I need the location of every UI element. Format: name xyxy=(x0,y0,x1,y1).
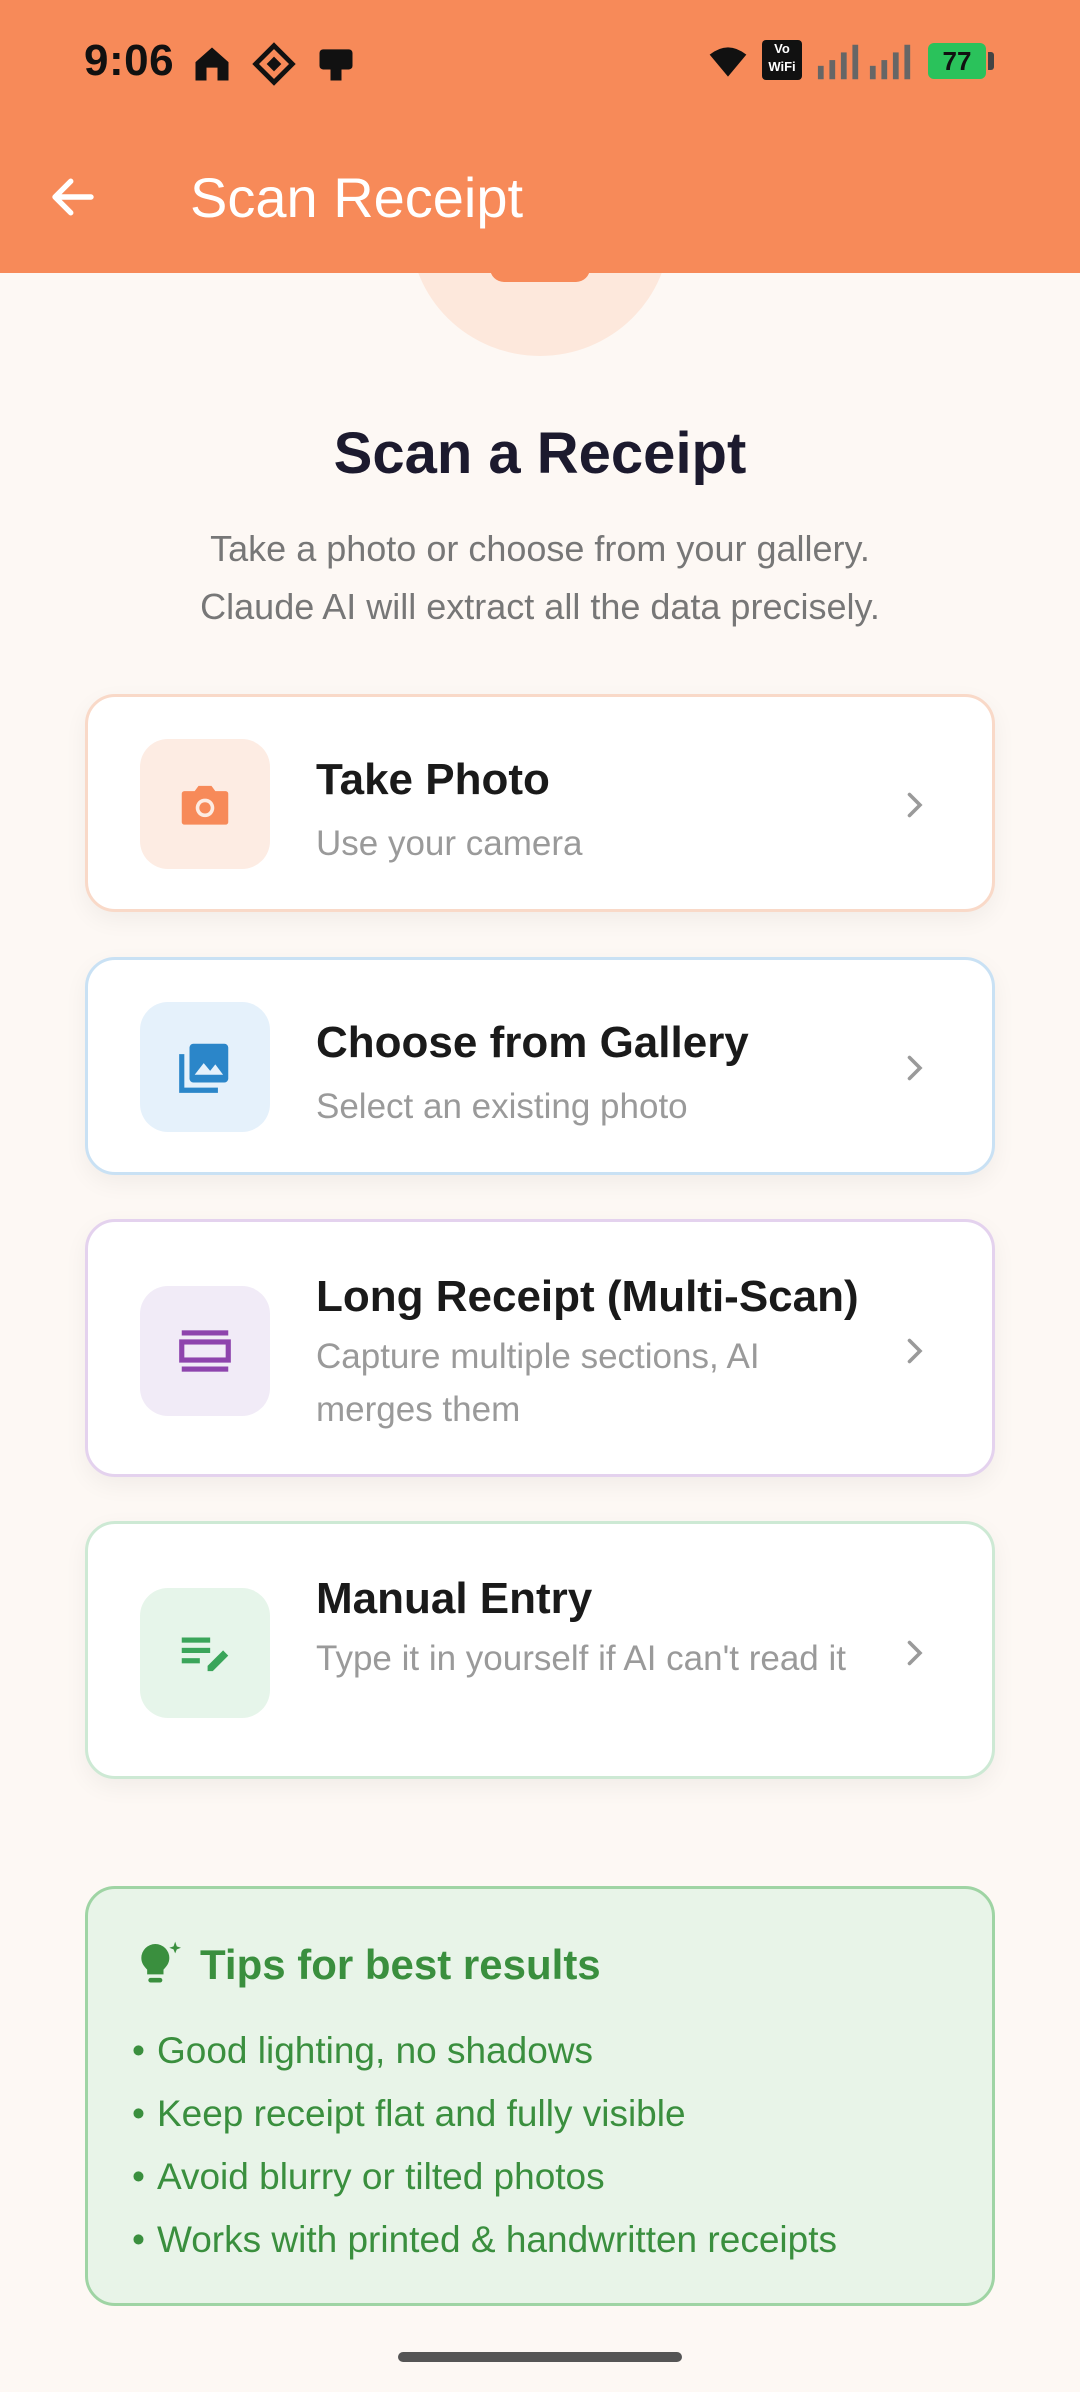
subtitle-line-1: Take a photo or choose from your gallery… xyxy=(210,528,870,569)
take-photo-option[interactable]: Take Photo Use your camera xyxy=(85,694,995,912)
status-bar: 9:06 Vo WiFi 77 xyxy=(0,0,1080,126)
battery-indicator: 77 xyxy=(928,43,986,79)
chevron-right-icon xyxy=(907,792,923,818)
lightbulb-icon xyxy=(141,1941,181,1983)
long-receipt-option[interactable]: Long Receipt (Multi-Scan) Capture multip… xyxy=(85,1219,995,1477)
manual-entry-desc: Type it in yourself if AI can't read it xyxy=(316,1639,846,1678)
gallery-icon-box xyxy=(140,1002,270,1132)
gallery-icon xyxy=(179,1043,229,1093)
signal-2-icon xyxy=(869,44,911,80)
tip-item: • Avoid blurry or tilted photos xyxy=(132,2156,605,2197)
chevron-right-icon xyxy=(907,1338,923,1364)
edit-note-icon xyxy=(181,1637,229,1672)
page-title: Scan Receipt xyxy=(190,166,524,229)
subtitle-line-2: Claude AI will extract all the data prec… xyxy=(200,586,880,627)
manual-entry-title: Manual Entry xyxy=(316,1574,593,1623)
signal-1-icon xyxy=(817,44,859,80)
take-photo-desc: Use your camera xyxy=(316,824,583,863)
chevron-right-icon xyxy=(907,1640,923,1666)
gallery-title: Choose from Gallery xyxy=(316,1018,749,1067)
tips-title: Tips for best results xyxy=(200,1941,601,1988)
camera-icon xyxy=(181,785,229,825)
long-receipt-title: Long Receipt (Multi-Scan) xyxy=(316,1272,859,1321)
subtitle: Take a photo or choose from your gallery… xyxy=(0,520,1080,636)
home-indicator[interactable] xyxy=(398,2352,682,2362)
tip-text: Avoid blurry or tilted photos xyxy=(156,2156,605,2197)
status-time: 9:06 xyxy=(84,36,175,85)
tip-item: • Works with printed & handwritten receip… xyxy=(132,2219,837,2260)
status-diamond-icon xyxy=(252,42,296,86)
multi-scan-icon-box xyxy=(140,1286,270,1416)
camera-icon-box xyxy=(140,739,270,869)
tip-item: • Keep receipt flat and fully visible xyxy=(132,2093,686,2134)
status-app-icon xyxy=(319,49,353,81)
gallery-desc: Select an existing photo xyxy=(316,1087,688,1126)
heading: Scan a Receipt xyxy=(333,421,747,486)
multi-scan-icon xyxy=(179,1330,231,1372)
manual-entry-option[interactable]: Manual Entry Type it in yourself if AI c… xyxy=(85,1521,995,1779)
chevron-right-icon xyxy=(907,1055,923,1081)
app-bar: 9:06 Vo WiFi 77 Scan Receipt xyxy=(0,0,1080,273)
long-receipt-desc: Capture multiple sections, AI merges the… xyxy=(316,1337,760,1429)
tips-list: • Good lighting, no shadows • Keep receipt… xyxy=(132,2019,837,2271)
tips-box: Tips for best results • Good lighting, no… xyxy=(85,1886,995,2306)
take-photo-title: Take Photo xyxy=(316,755,550,804)
edit-note-icon-box xyxy=(140,1588,270,1718)
battery-tip xyxy=(988,52,994,70)
tip-text: Works with printed & handwritten receipt… xyxy=(156,2219,837,2260)
wifi-icon xyxy=(709,47,747,77)
tip-item: • Good lighting, no shadows xyxy=(132,2030,594,2071)
tip-text: Good lighting, no shadows xyxy=(156,2030,594,2071)
vowifi-icon: Vo WiFi xyxy=(762,40,802,80)
back-arrow-icon[interactable] xyxy=(46,170,100,224)
status-home-icon xyxy=(195,47,229,81)
choose-gallery-option[interactable]: Choose from Gallery Select an existing p… xyxy=(85,957,995,1175)
tip-text: Keep receipt flat and fully visible xyxy=(156,2093,686,2134)
